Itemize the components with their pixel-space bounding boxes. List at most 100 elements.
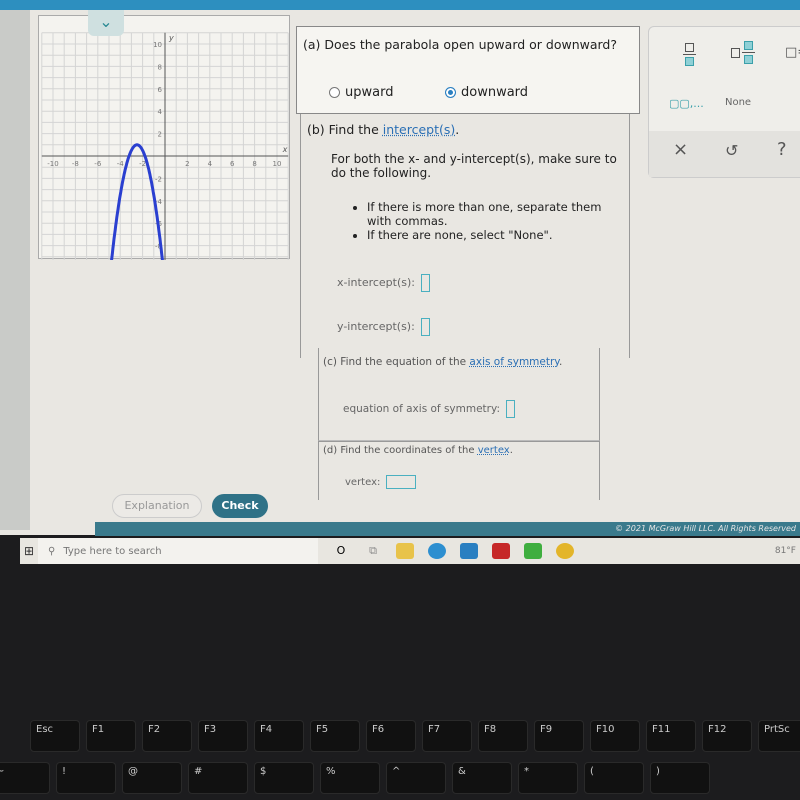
none-button[interactable]: None xyxy=(725,97,751,108)
part-d: (d) Find the coordinates of the vertex. … xyxy=(318,440,600,500)
parabola-graph: -10-8-6-4-2246810108642-2-4-6-8-10xy xyxy=(38,15,290,259)
vertex-input[interactable] xyxy=(386,475,416,489)
undo-icon[interactable]: ↺ xyxy=(725,141,738,160)
key: F1 xyxy=(86,720,136,752)
key: F8 xyxy=(478,720,528,752)
key: PrtSc xyxy=(758,720,800,752)
collapse-chevron-icon[interactable]: ⌄ xyxy=(88,10,124,36)
y-tick-label: 8 xyxy=(158,63,162,71)
taskbar-search[interactable]: ⚲ Type here to search xyxy=(38,538,318,564)
weather: 81°F xyxy=(775,546,796,556)
app-icon[interactable] xyxy=(524,543,542,559)
mail-icon[interactable] xyxy=(460,543,478,559)
axis-input[interactable] xyxy=(506,400,515,418)
check-button[interactable]: Check xyxy=(212,494,268,518)
x-tick-label: -6 xyxy=(94,160,102,168)
key: F11 xyxy=(646,720,696,752)
help-icon[interactable]: ? xyxy=(777,139,787,160)
x-tick-label: 4 xyxy=(208,160,213,168)
mixed-number-button[interactable] xyxy=(731,41,755,64)
edge-icon[interactable] xyxy=(428,543,446,559)
key: ! xyxy=(56,762,116,794)
x-tick-label: -8 xyxy=(72,160,79,168)
radio-icon xyxy=(329,87,340,98)
task-view-icon[interactable]: ⧉ xyxy=(364,543,382,559)
x-tick-label: 8 xyxy=(252,160,256,168)
vertex-row: vertex: xyxy=(345,475,416,489)
y-tick-label: 2 xyxy=(158,131,162,139)
radio-upward[interactable]: upward xyxy=(329,85,393,100)
list-button[interactable]: ▢▢,... xyxy=(669,97,704,110)
key: & xyxy=(452,762,512,794)
y-tick-label: -2 xyxy=(155,175,162,183)
vertex-link[interactable]: vertex xyxy=(478,445,510,456)
x-tick-label: -4 xyxy=(117,160,125,168)
y-tick-label: 4 xyxy=(158,108,163,116)
x-tick-label: 2 xyxy=(185,160,189,168)
key: F3 xyxy=(198,720,248,752)
part-d-title: (d) Find the coordinates of the vertex. xyxy=(323,445,513,456)
clear-icon[interactable]: × xyxy=(673,139,688,160)
key: ^ xyxy=(386,762,446,794)
part-a: (a) Does the parabola open upward or dow… xyxy=(296,26,640,114)
cortana-icon[interactable]: O xyxy=(332,543,350,559)
explanation-button[interactable]: Explanation xyxy=(112,494,202,518)
radio-selected-icon xyxy=(445,87,456,98)
windows-start-icon[interactable]: ⊞ xyxy=(20,538,38,564)
equation-button[interactable]: □= xyxy=(785,45,800,60)
file-explorer-icon[interactable] xyxy=(396,543,414,559)
search-icon: ⚲ xyxy=(48,546,55,557)
y-intercept-row: y-intercept(s): xyxy=(337,318,430,336)
key: Esc xyxy=(30,720,80,752)
bullet: If there are none, select "None". xyxy=(367,228,627,242)
radio-label: upward xyxy=(345,85,393,100)
y-intercept-input[interactable] xyxy=(421,318,430,336)
copyright-footer: © 2021 McGraw Hill LLC. All Rights Reser… xyxy=(95,522,800,536)
key: F5 xyxy=(310,720,360,752)
bullet: If there is more than one, separate them… xyxy=(367,200,627,228)
chrome-icon[interactable] xyxy=(556,543,574,559)
key: ) xyxy=(650,762,710,794)
graph-svg: -10-8-6-4-2246810108642-2-4-6-8-10xy xyxy=(39,16,291,260)
key: F9 xyxy=(534,720,584,752)
part-c-title: (c) Find the equation of the axis of sym… xyxy=(323,356,562,368)
laptop-keyboard: Esc F1 F2 F3 F4 F5 F6 F7 F8 F9 F10 F11 F12 PrtSc ~! @ # $… xyxy=(0,720,800,800)
taskbar: ⊞ ⚲ Type here to search O ⧉ 81°F xyxy=(20,538,800,564)
top-bar xyxy=(0,0,800,10)
key: F2 xyxy=(142,720,192,752)
x-intercept-input[interactable] xyxy=(421,274,430,292)
y-tick-label: 6 xyxy=(158,86,163,94)
x-tick-label: 10 xyxy=(273,160,282,168)
key: % xyxy=(320,762,380,794)
key: F7 xyxy=(422,720,472,752)
instruction-list: If there is more than one, separate them… xyxy=(367,200,627,242)
key: ~ xyxy=(0,762,50,794)
mcafee-icon[interactable] xyxy=(492,543,510,559)
intercepts-link[interactable]: intercept(s) xyxy=(383,122,456,137)
key: @ xyxy=(122,762,182,794)
fraction-button[interactable] xyxy=(683,41,696,66)
key: F12 xyxy=(702,720,752,752)
y-tick-label: 10 xyxy=(153,41,162,49)
radio-downward[interactable]: downward xyxy=(445,85,528,100)
x-tick-label: -10 xyxy=(47,160,58,168)
left-margin xyxy=(0,10,30,530)
axis-of-symmetry-link[interactable]: axis of symmetry xyxy=(469,356,559,368)
x-intercept-row: x-intercept(s): xyxy=(337,274,430,292)
key: # xyxy=(188,762,248,794)
key: * xyxy=(518,762,578,794)
key: F6 xyxy=(366,720,416,752)
part-c: (c) Find the equation of the axis of sym… xyxy=(318,348,600,442)
part-b: (b) Find the intercept(s). For both the … xyxy=(300,114,630,358)
y-axis-label: y xyxy=(168,34,174,43)
key: $ xyxy=(254,762,314,794)
screen: -10-8-6-4-2246810108642-2-4-6-8-10xy ⌄ (… xyxy=(0,0,800,535)
part-a-title: (a) Does the parabola open upward or dow… xyxy=(303,37,617,52)
key: ( xyxy=(584,762,644,794)
search-placeholder: Type here to search xyxy=(63,546,161,557)
key: F4 xyxy=(254,720,304,752)
x-axis-label: x xyxy=(282,145,288,154)
question-panel: (a) Does the parabola open upward or dow… xyxy=(296,26,640,506)
axis-row: equation of axis of symmetry: xyxy=(343,400,515,418)
math-toolbar: □= ▢▢,... None × ↺ ? xyxy=(648,26,800,178)
